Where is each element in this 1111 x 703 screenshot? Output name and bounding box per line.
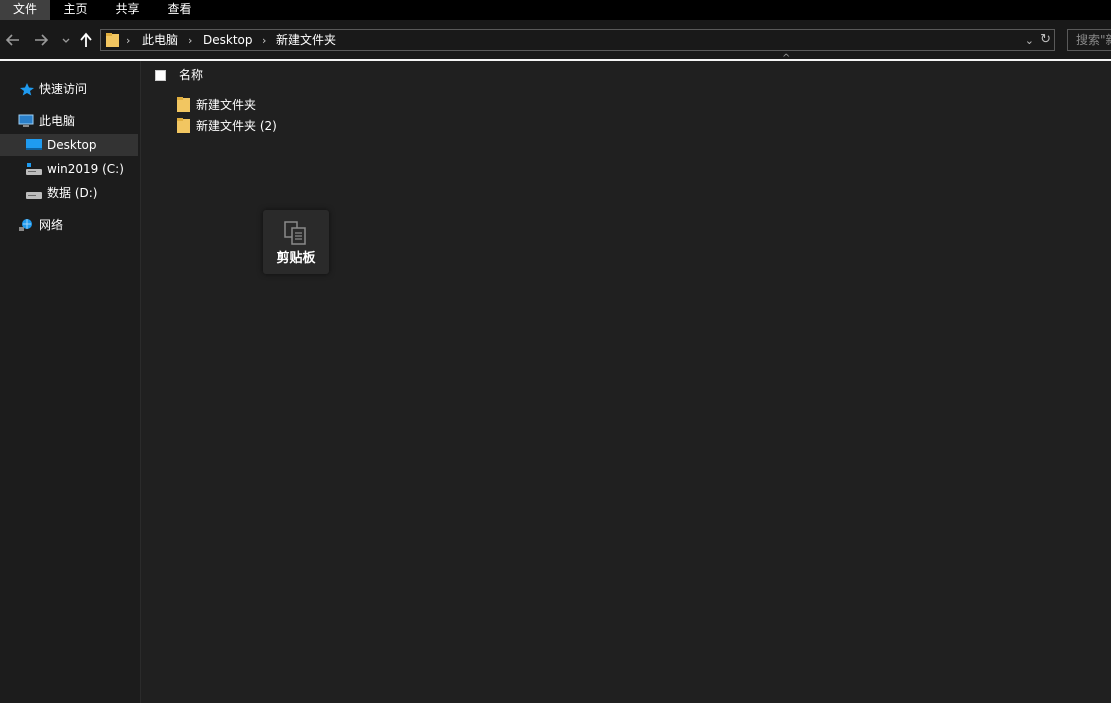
- breadcrumb-desktop[interactable]: Desktop: [203, 32, 253, 49]
- file-name: 新建文件夹 (2): [196, 119, 277, 133]
- search-placeholder: 搜索"新: [1076, 33, 1111, 47]
- arrow-right-icon: [35, 34, 49, 46]
- sidebar-item-label: 快速访问: [39, 82, 88, 96]
- breadcrumb-this-pc[interactable]: 此电脑: [142, 32, 178, 49]
- system-drive-icon: [26, 163, 42, 175]
- sidebar-item-network[interactable]: 网络: [0, 214, 138, 236]
- sidebar-item-label: 网络: [39, 218, 64, 232]
- sidebar-item-desktop[interactable]: Desktop: [0, 134, 138, 156]
- forward-button[interactable]: [33, 30, 51, 50]
- chevron-right-icon[interactable]: ›: [262, 32, 266, 49]
- breadcrumb-current-folder[interactable]: 新建文件夹: [276, 32, 336, 49]
- list-item-folder-1[interactable]: 新建文件夹: [177, 95, 377, 115]
- recent-locations-button[interactable]: [60, 30, 72, 50]
- clipboard-copy-icon: [284, 221, 306, 245]
- tab-file[interactable]: 文件: [0, 0, 50, 20]
- up-button[interactable]: [78, 30, 96, 50]
- file-name: 新建文件夹: [196, 98, 257, 112]
- computer-icon: [18, 114, 34, 127]
- address-bar[interactable]: › 此电脑 › Desktop › 新建文件夹 ⌄ ↻: [100, 29, 1055, 51]
- column-header-label: 名称: [179, 68, 204, 82]
- sidebar-item-this-pc[interactable]: 此电脑: [0, 110, 138, 132]
- select-all-checkbox[interactable]: [155, 70, 166, 81]
- arrow-up-icon: [80, 32, 92, 47]
- sidebar-item-drive-c[interactable]: win2019 (C:): [0, 158, 138, 180]
- sidebar-item-label: Desktop: [47, 138, 97, 152]
- clipboard-button[interactable]: 剪贴板: [263, 210, 329, 274]
- collapse-up-icon[interactable]: ^: [782, 54, 790, 64]
- list-item-folder-2[interactable]: 新建文件夹 (2): [177, 116, 377, 136]
- drive-icon: [26, 192, 42, 199]
- file-list-pane: 名称 新建文件夹 新建文件夹 (2): [141, 61, 1111, 703]
- back-button[interactable]: [5, 30, 23, 50]
- chevron-right-icon[interactable]: ›: [188, 32, 192, 49]
- tab-view[interactable]: 查看: [154, 0, 205, 20]
- sidebar-item-label: win2019 (C:): [47, 162, 124, 176]
- sidebar-item-quick-access[interactable]: 快速访问: [0, 78, 138, 100]
- folder-icon: [177, 118, 190, 133]
- clipboard-label: 剪贴板: [276, 251, 316, 266]
- search-box[interactable]: 搜索"新: [1067, 29, 1111, 51]
- ribbon-tabs: 文件 主页 共享 查看: [0, 0, 1111, 20]
- tab-share[interactable]: 共享: [101, 0, 154, 20]
- chevron-down-icon: [62, 38, 70, 43]
- folder-icon: [106, 33, 119, 47]
- folder-icon: [177, 97, 190, 112]
- navigation-pane: 快速访问 此电脑 Desktop win2019 (C:) 数据 (D:) 网络: [0, 61, 141, 703]
- desktop-icon: [26, 139, 42, 150]
- tab-home[interactable]: 主页: [50, 0, 101, 20]
- address-dropdown-icon[interactable]: ⌄: [1025, 32, 1034, 49]
- refresh-icon[interactable]: ↻: [1040, 31, 1051, 49]
- arrow-left-icon: [5, 34, 19, 46]
- sidebar-item-label: 此电脑: [39, 114, 76, 128]
- star-icon: [20, 83, 34, 96]
- chevron-right-icon[interactable]: ›: [126, 32, 130, 49]
- navigation-bar: › 此电脑 › Desktop › 新建文件夹 ⌄ ↻ 搜索"新: [0, 20, 1111, 60]
- network-icon: [19, 219, 32, 231]
- sidebar-item-drive-d[interactable]: 数据 (D:): [0, 182, 138, 204]
- sidebar-item-label: 数据 (D:): [47, 186, 98, 200]
